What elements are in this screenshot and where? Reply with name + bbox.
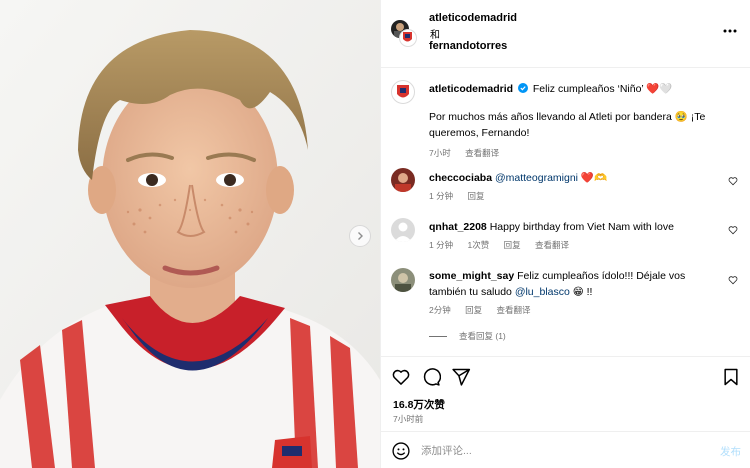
comment-2-time: 1 分钟 (429, 240, 454, 250)
comment-3-translate-link[interactable]: 查看翻译 (497, 305, 531, 315)
post-photo[interactable] (0, 0, 380, 468)
post-header: atleticodemadrid 和 fernandotorres (381, 0, 750, 68)
post-actions: 16.8万次赞 7小时前 发布 (381, 356, 750, 468)
header-conjunction: 和 (430, 30, 440, 41)
comment-1-like-heart-icon[interactable] (728, 176, 738, 186)
portrait-image (0, 0, 380, 468)
comment-3-avatar[interactable] (391, 268, 415, 292)
instagram-post-view: atleticodemadrid 和 fernandotorres atleti… (0, 0, 750, 468)
comment-3-time: 2分钟 (429, 305, 451, 315)
next-photo-button[interactable] (349, 225, 371, 247)
header-username-2[interactable]: fernandotorres (429, 40, 507, 52)
comment-3: some_might_say Feliz cumpleaños ídolo!!!… (429, 268, 709, 342)
add-comment-bar: 发布 (381, 431, 750, 468)
comment-bubble-icon[interactable] (421, 367, 441, 387)
view-replies-link[interactable]: 查看回复 (1) (459, 330, 506, 342)
comment-input[interactable] (421, 441, 701, 461)
post-details-panel: atleticodemadrid 和 fernandotorres atleti… (380, 0, 750, 468)
comment-1-username[interactable]: checcociaba (429, 172, 492, 184)
comment-3-reply[interactable]: 回复 (465, 305, 482, 315)
like-heart-icon[interactable] (391, 367, 411, 387)
likes-count[interactable]: 16.8万次赞 (393, 397, 445, 412)
comment-2-reply[interactable]: 回复 (504, 240, 521, 250)
comment-2-likes[interactable]: 1次赞 (467, 240, 489, 250)
caption-block: atleticodemadrid Feliz cumpleaños ‘Niño’… (429, 81, 739, 159)
caption-time: 7小时 (429, 148, 451, 158)
comment-2: qnhat_2208 Happy birthday from Viet Nam … (429, 219, 709, 251)
more-horizontal-icon (723, 29, 737, 33)
comment-3-mention[interactable]: @lu_blasco (515, 286, 570, 298)
comment-1: checcociaba @matteogramigni ❤️🫶 1 分钟 回复 (429, 170, 709, 202)
comment-1-reply[interactable]: 回复 (467, 191, 484, 201)
comment-2-translate-link[interactable]: 查看翻译 (535, 240, 569, 250)
caption-translate-link[interactable]: 查看翻译 (465, 148, 499, 158)
header-username-1[interactable]: atleticodemadrid (429, 12, 517, 24)
post-comment-button[interactable]: 发布 (720, 444, 741, 459)
comment-3-text-end: 😁 !! (569, 286, 593, 298)
caption-line-1: Feliz cumpleaños ‘Niño’ ❤️🤍 (532, 83, 673, 95)
more-options-button[interactable] (723, 24, 737, 34)
comment-1-mention[interactable]: @matteogramigni (495, 172, 578, 184)
caption-username[interactable]: atleticodemadrid (429, 83, 513, 95)
comment-2-avatar[interactable] (391, 218, 415, 242)
comment-3-username[interactable]: some_might_say (429, 270, 514, 282)
caption-avatar[interactable] (391, 80, 415, 104)
comment-2-username[interactable]: qnhat_2208 (429, 221, 487, 233)
comment-1-avatar[interactable] (391, 168, 415, 192)
comment-2-text: Happy birthday from Viet Nam with love (489, 221, 674, 233)
comment-2-like-heart-icon[interactable] (728, 225, 738, 235)
avatar-atleticodemadrid[interactable] (400, 30, 416, 46)
collab-avatars[interactable] (391, 20, 417, 48)
comment-1-time: 1 分钟 (429, 191, 454, 201)
comment-3-like-heart-icon[interactable] (728, 275, 738, 285)
chevron-right-icon (358, 232, 363, 240)
comment-1-text: ❤️🫶 (578, 172, 608, 184)
replies-divider (429, 335, 447, 337)
save-bookmark-icon[interactable] (721, 367, 741, 387)
post-time: 7小时前 (393, 414, 424, 424)
verified-badge-icon (517, 83, 528, 93)
emoji-smiley-icon[interactable] (391, 441, 411, 461)
caption-line-2: Por muchos más años llevando al Atleti p… (429, 111, 706, 139)
share-send-icon[interactable] (451, 367, 471, 387)
